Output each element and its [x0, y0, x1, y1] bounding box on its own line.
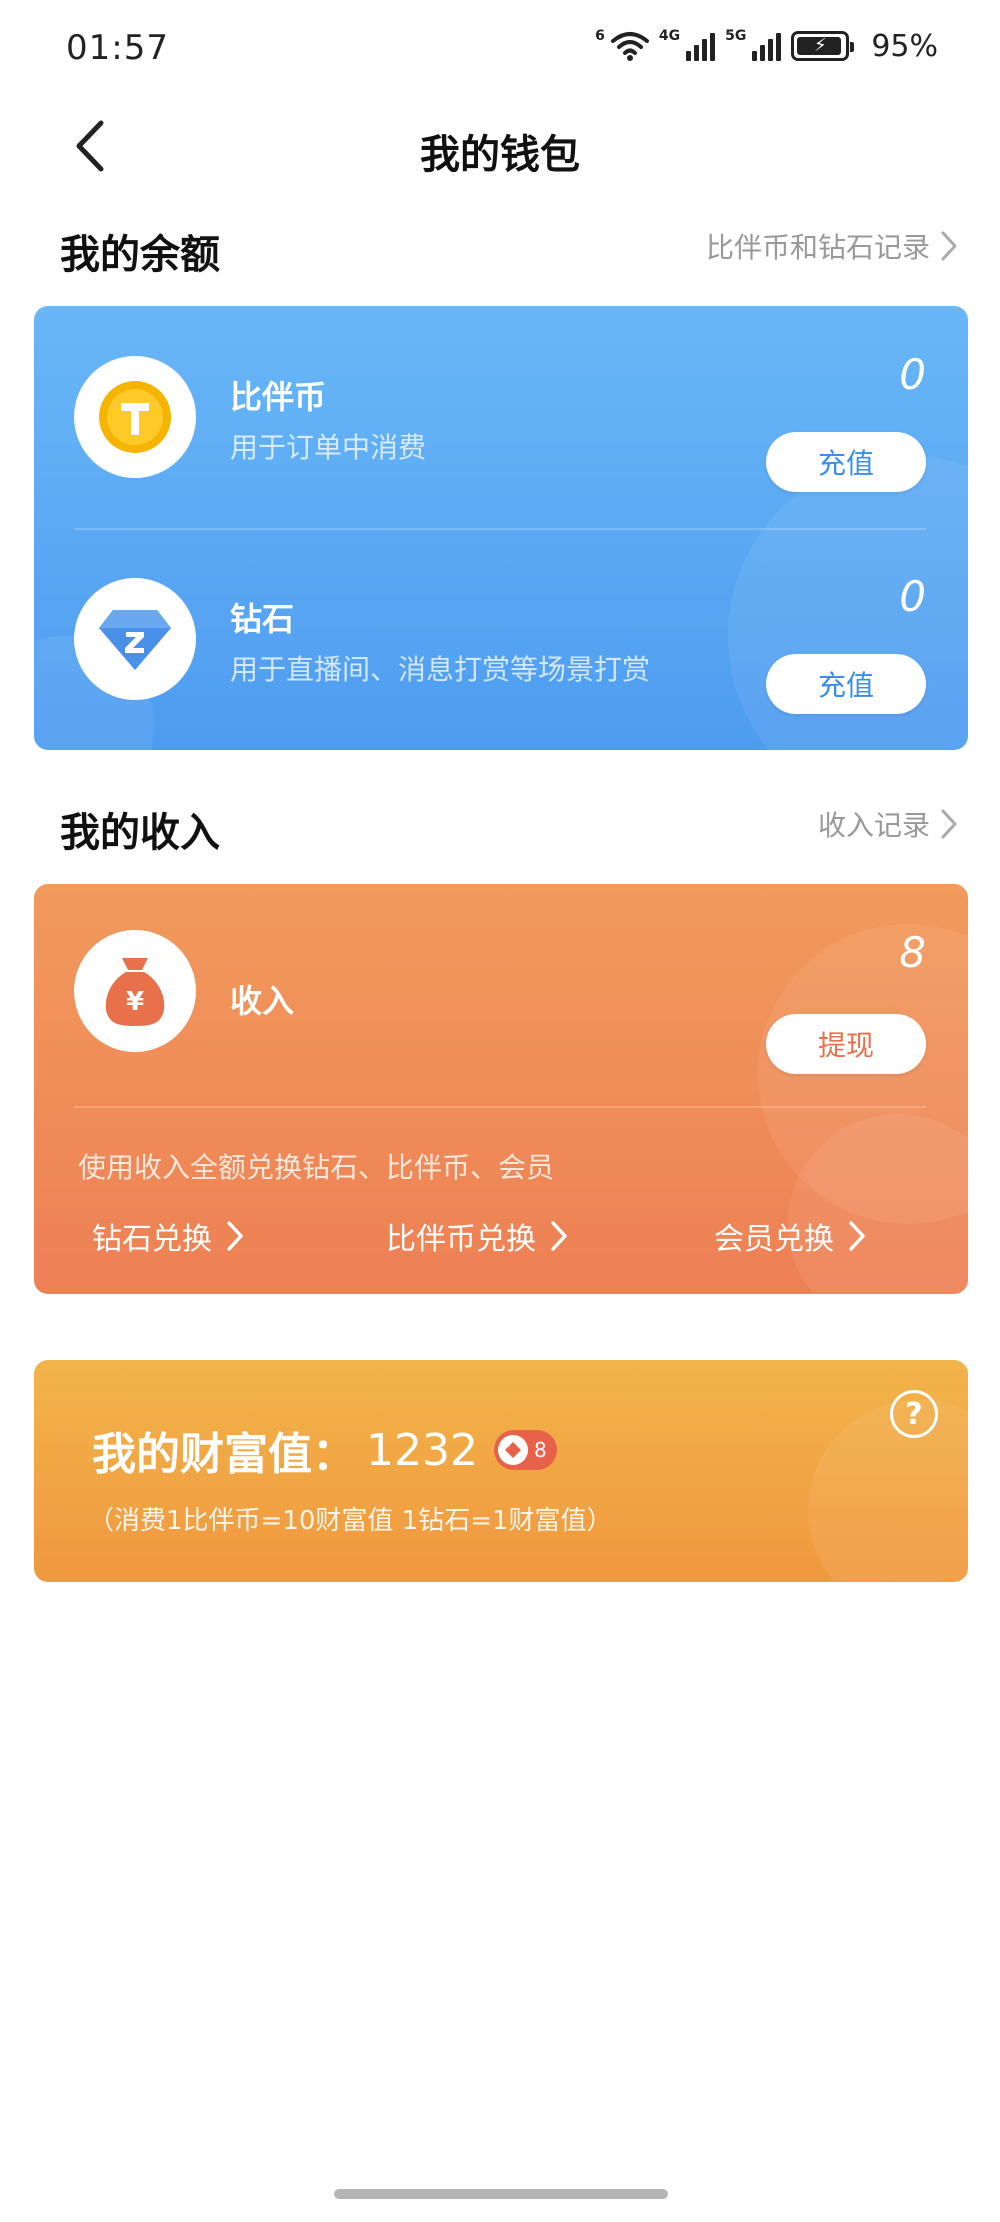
page-title: 我的钱包 [420, 132, 580, 178]
level-coin-icon [497, 1435, 528, 1465]
records-link-label: 比伴币和钻石记录 [705, 231, 930, 264]
chevron-right-icon [227, 1221, 243, 1251]
wealth-value: 1232 [366, 1424, 478, 1476]
income-row: ¥ 收入 8 提现 [34, 884, 968, 1084]
status-bar: 01:57 6 4G 5G ⚡ 95% [0, 0, 1000, 100]
income-balance: 8 [899, 928, 926, 977]
wealth-label: 我的财富值： [92, 1429, 356, 1480]
income-records-link[interactable]: 收入记录 [818, 804, 958, 844]
money-bag-icon: ¥ [105, 958, 165, 1026]
wifi-icon [610, 32, 649, 61]
balance-card: 比伴币 用于订单中消费 0 充值 钻石 用于直播间、消息打赏等场景打赏 0 充值 [34, 306, 968, 750]
diamond-row: 钻石 用于直播间、消息打赏等场景打赏 0 充值 [34, 528, 968, 728]
diamond-desc: 用于直播间、消息打赏等场景打赏 [230, 653, 651, 686]
income-name: 收入 [230, 982, 295, 1020]
coin-name: 比伴币 [230, 378, 327, 416]
wealth-card: 我的财富值： 1232 8 （消费1比伴币=10财富值 1钻石=1财富值） ? [34, 1360, 968, 1582]
income-section-header: 我的收入 收入记录 [0, 790, 1000, 860]
signal-icon-2 [752, 31, 782, 61]
wealth-level-badge: 8 [493, 1430, 557, 1470]
svg-text:¥: ¥ [126, 987, 144, 1017]
chevron-right-icon [941, 809, 957, 839]
vip-exchange-label: 会员兑换 [714, 1222, 834, 1257]
gold-coin-icon [99, 381, 171, 453]
diamond-exchange-label: 钻石兑换 [92, 1222, 212, 1257]
wealth-level: 8 [533, 1438, 547, 1462]
chevron-right-icon [849, 1221, 865, 1251]
divider [74, 1106, 926, 1108]
nav-header: 我的钱包 [0, 100, 1000, 200]
diamond-icon [99, 610, 171, 670]
status-indicators: 6 4G 5G ⚡ 95% [595, 26, 938, 66]
coin-desc: 用于订单中消费 [230, 431, 427, 464]
diamond-name: 钻石 [230, 600, 295, 638]
withdraw-button[interactable]: 提现 [766, 1014, 926, 1074]
coin-balance: 0 [899, 350, 926, 399]
coin-diamond-records-link[interactable]: 比伴币和钻石记录 [706, 226, 958, 266]
diamond-recharge-button[interactable]: 充值 [766, 654, 926, 714]
coin-recharge-button[interactable]: 充值 [766, 432, 926, 492]
battery-percent: 95% [871, 28, 938, 64]
coin-exchange-label: 比伴币兑换 [386, 1222, 536, 1257]
vip-exchange-link[interactable]: 会员兑换 [714, 1214, 866, 1258]
battery-icon: ⚡ [791, 31, 855, 61]
wealth-note: （消费1比伴币=10财富值 1钻石=1财富值） [88, 1506, 613, 1536]
income-icon-circle: ¥ [74, 930, 196, 1052]
home-indicator[interactable] [334, 2189, 668, 2199]
card-decoration [808, 1400, 968, 1582]
net2-label: 5G [725, 28, 747, 44]
diamond-exchange-link[interactable]: 钻石兑换 [92, 1214, 244, 1258]
signal-icon-1 [686, 31, 716, 61]
chevron-right-icon [941, 231, 957, 261]
status-time: 01:57 [66, 28, 169, 68]
help-icon[interactable]: ? [890, 1390, 938, 1438]
balance-section-header: 我的余额 比伴币和钻石记录 [0, 212, 1000, 282]
wealth-line: 我的财富值： 1232 8 [92, 1418, 557, 1482]
coin-row: 比伴币 用于订单中消费 0 充值 [34, 306, 968, 506]
wifi-label: 6 [595, 28, 605, 44]
income-records-label: 收入记录 [817, 809, 930, 842]
chevron-right-icon [551, 1221, 567, 1251]
coin-exchange-link[interactable]: 比伴币兑换 [386, 1214, 568, 1258]
diamond-balance: 0 [899, 572, 926, 621]
exchange-links: 钻石兑换 比伴币兑换 会员兑换 [34, 1214, 968, 1274]
balance-section-title: 我的余额 [60, 232, 220, 278]
income-section-title: 我的收入 [60, 810, 220, 856]
coin-icon-circle [74, 356, 196, 478]
income-card: ¥ 收入 8 提现 使用收入全额兑换钻石、比伴币、会员 钻石兑换 比伴币兑换 会… [34, 884, 968, 1294]
income-note: 使用收入全额兑换钻石、比伴币、会员 [78, 1151, 555, 1184]
net1-label: 4G [658, 28, 681, 44]
diamond-icon-circle [74, 578, 196, 700]
